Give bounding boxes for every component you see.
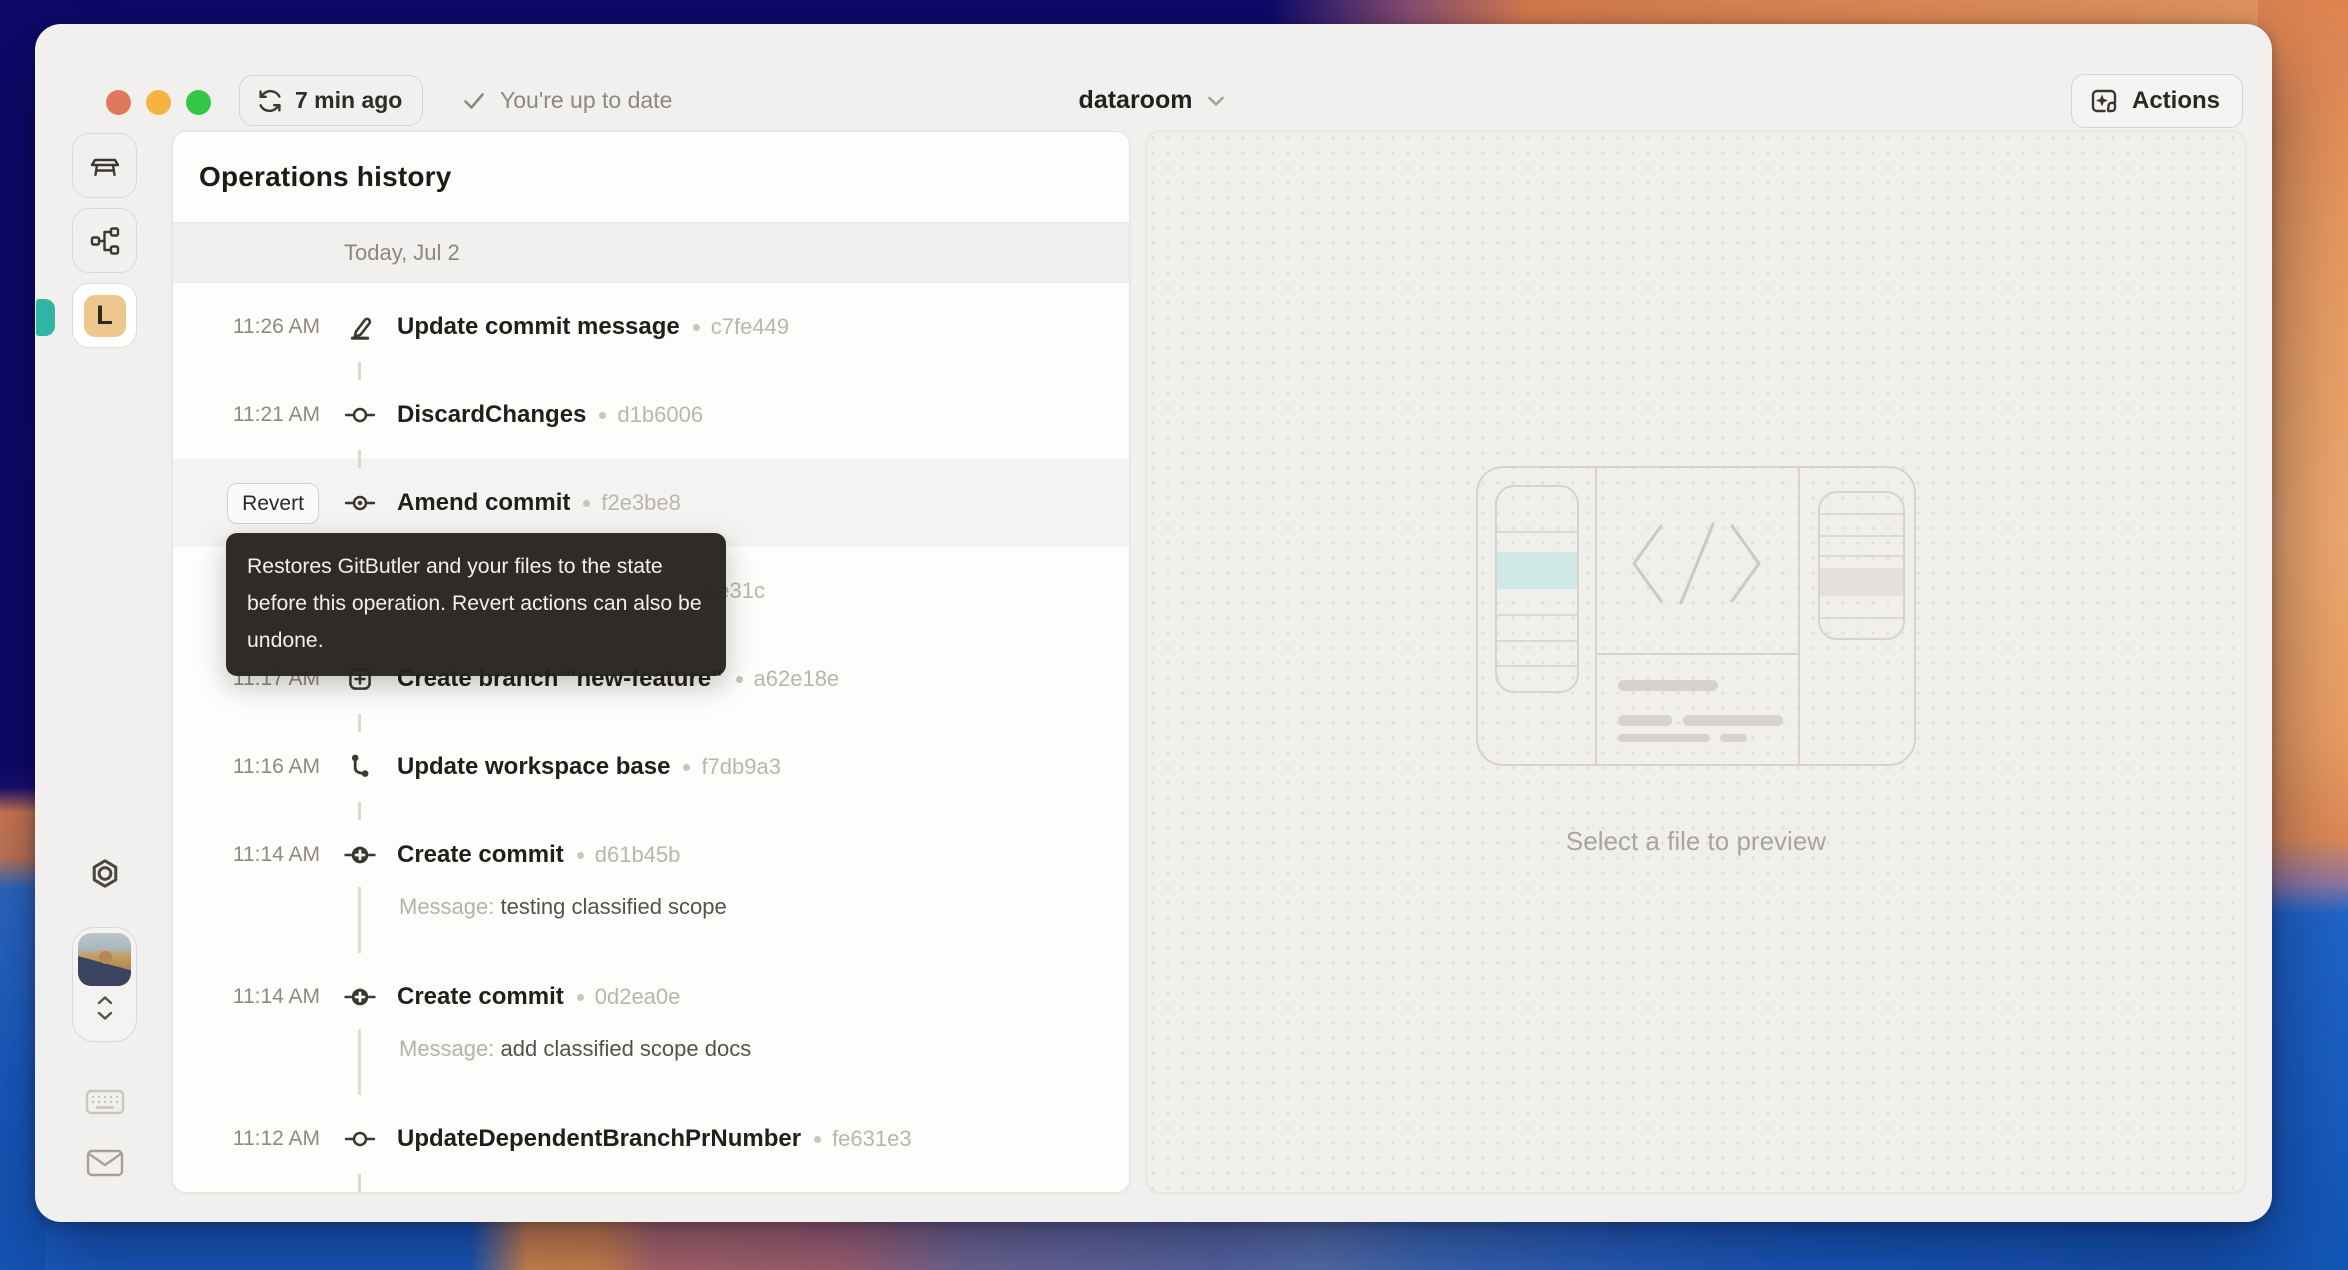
dot-separator [577,994,584,1001]
illustration-divider [1798,468,1800,764]
project-selector[interactable]: dataroom [35,75,2272,126]
file-preview-panel: Select a file to preview [1146,131,2246,1193]
code-icon [1628,516,1768,611]
workbench-table-icon [88,149,122,183]
operation-snapshot-hash: d61b45b [595,842,681,868]
sidebar-workspace-button[interactable] [72,133,137,198]
operation-time: 11:26 AM [173,315,320,339]
hexagon-gear-icon [86,857,124,895]
operation-title: Update commit message [397,313,680,341]
operations-header: Operations history [173,132,1129,223]
operation-title: UpdateDependentBranchPrNumber [397,1125,801,1153]
operation-time: 11:14 AM [173,843,320,867]
operation-title: DiscardChanges [397,401,586,429]
dot-separator [577,852,584,859]
dot-separator [736,676,743,683]
project-badge: L [84,295,126,337]
operation-time: 11:16 AM [173,755,320,779]
commit-plus-icon [342,837,378,873]
sidebar-branches-button[interactable] [72,208,137,273]
operation-row[interactable]: 11:14 AM Create commit d61b45b Message: … [173,811,1129,953]
date-group-label: Today, Jul 2 [344,240,460,266]
operation-snapshot-hash: f7db9a3 [701,754,781,780]
amend-icon [342,485,378,521]
operation-title: Create commit [397,841,564,869]
preview-placeholder-text: Select a file to preview [1147,826,2245,857]
chevrons-up-down-icon [90,990,120,1026]
operation-row[interactable]: 11:16 AM Update workspace base f7db9a3 [173,723,1129,811]
commit-plus-icon [342,979,378,1015]
sidebar-project-history-button[interactable]: L [72,283,137,348]
actions-label: Actions [2132,87,2220,115]
illustration-text-bar [1618,734,1710,742]
dot-separator [693,324,700,331]
operation-row[interactable]: 11:26 AM Update commit message c7fe449 [173,283,1129,371]
operation-title: Update workspace base [397,753,670,781]
illustration-divider [1595,653,1798,655]
timeline-connector [358,887,361,953]
operation-time: 11:12 AM [173,1127,320,1151]
edit-icon [342,309,378,345]
user-avatar [78,933,131,986]
workspace-base-icon [342,749,378,785]
illustration-text-bar [1618,715,1672,726]
illustration-file-list [1495,485,1579,693]
illustration-divider [1595,468,1597,764]
sparkle-actions-icon [2088,85,2120,117]
dot-separator [814,1136,821,1143]
operation-snapshot-hash: d1b6006 [617,402,703,428]
operation-message: Message: testing classified scope [399,894,727,920]
operation-snapshot-hash: 0d2ea0e [595,984,681,1010]
operation-title: Amend commit [397,489,570,517]
operation-time: 11:21 AM [173,403,320,427]
commit-icon [342,1121,378,1157]
operations-history-panel: Operations history Today, Jul 2 11:26 AM… [172,131,1130,1193]
operation-snapshot-hash: c7fe449 [711,314,789,340]
project-name: dataroom [1079,86,1193,115]
desktop: 7 min ago You're up to date dataroom Act… [0,0,2348,1270]
settings-button[interactable] [72,843,137,908]
actions-button[interactable]: Actions [2071,74,2243,128]
dot-separator [683,764,690,771]
revert-tooltip: Restores GitButler and your files to the… [226,533,726,676]
operation-snapshot-hash: f2e3be8 [601,490,681,516]
operation-snapshot-hash: a62e18e [754,666,840,692]
dot-separator [583,500,590,507]
operation-snapshot-hash: fe631e3 [832,1126,912,1152]
illustration-text-bar [1618,680,1718,691]
operation-title: Create commit [397,983,564,1011]
operation-message: Message: add classified scope docs [399,1036,751,1062]
revert-button[interactable]: Revert [227,483,319,524]
operation-row[interactable]: 11:12 AM UpdateDependentBranchPrNumber f… [173,1095,1129,1183]
keyboard-shortcuts-icon[interactable] [84,1086,126,1118]
date-group-header: Today, Jul 2 [173,223,1129,283]
operations-title: Operations history [199,161,452,193]
flow-graph-icon [88,224,122,258]
chevron-down-icon [1204,89,1228,113]
profile-switcher[interactable] [72,927,137,1042]
operations-list: 11:26 AM Update commit message c7fe449 1… [173,283,1129,1183]
timeline-connector [358,1029,361,1095]
operation-row[interactable]: 11:21 AM DiscardChanges d1b6006 [173,371,1129,459]
gitbutler-window: 7 min ago You're up to date dataroom Act… [35,24,2272,1222]
dot-separator [599,412,606,419]
illustration-text-bar [1720,734,1747,742]
mail-feedback-icon[interactable] [84,1146,126,1180]
operation-row[interactable]: 11:14 AM Create commit 0d2ea0e Message: … [173,953,1129,1095]
illustration-side-list [1818,491,1905,640]
editor-placeholder-illustration [1476,466,1916,766]
illustration-text-bar [1683,715,1783,726]
commit-icon [342,397,378,433]
operation-time: 11:14 AM [173,985,320,1009]
active-edge-indicator [36,299,55,336]
